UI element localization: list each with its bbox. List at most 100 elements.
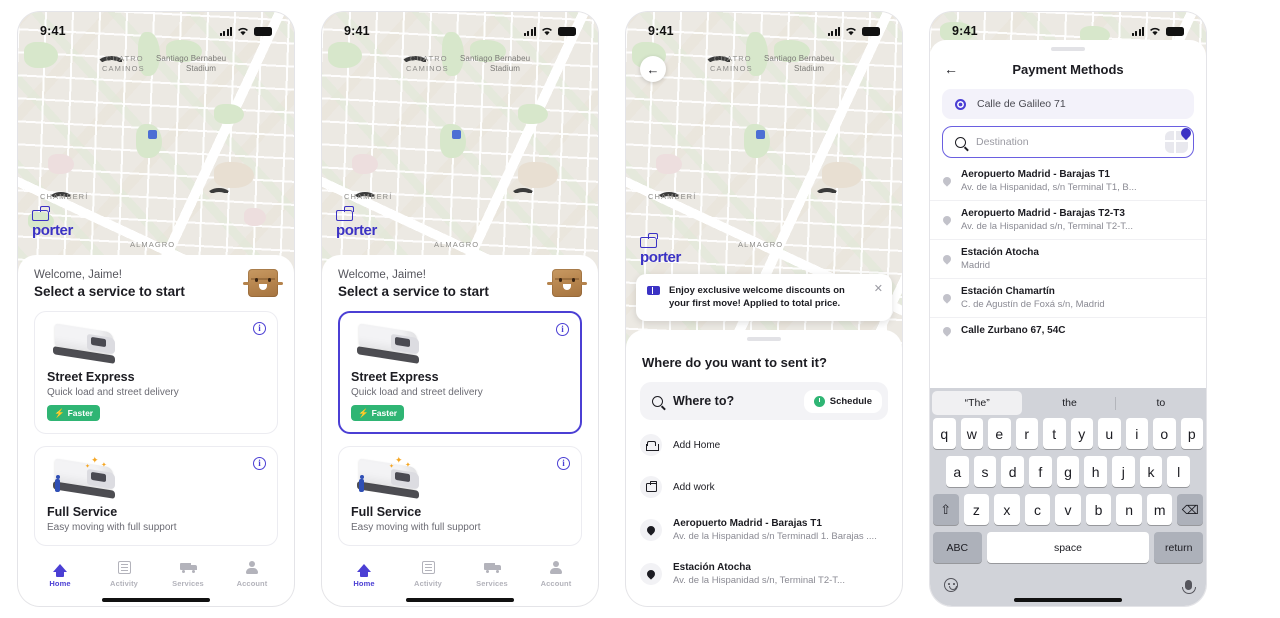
key-i[interactable]: i: [1125, 418, 1148, 449]
key-m[interactable]: m: [1146, 494, 1173, 525]
tab-services[interactable]: Services: [460, 560, 524, 588]
destination-sheet: Where do you want to sent it? Where to? …: [626, 330, 902, 606]
info-circle-icon[interactable]: i: [557, 457, 570, 470]
tab-label: Activity: [414, 579, 442, 588]
tab-activity[interactable]: Activity: [396, 560, 460, 588]
service-card-full-service[interactable]: i ✦ ✦ ✦ Full Service Easy moving with fu…: [338, 446, 582, 546]
key-w[interactable]: w: [960, 418, 983, 449]
tab-account[interactable]: Account: [220, 560, 284, 588]
key-f[interactable]: f: [1029, 456, 1052, 487]
table-row[interactable]: Estación Atocha Madrid: [930, 240, 1206, 279]
list-item[interactable]: Add Home: [640, 424, 888, 466]
return-key[interactable]: return: [1154, 532, 1203, 563]
microphone-icon[interactable]: [1182, 580, 1196, 594]
service-card-full-service[interactable]: i ✦ ✦ ✦ Full Service Easy moving with fu…: [34, 446, 278, 546]
key-r[interactable]: r: [1015, 418, 1038, 449]
place-subtitle: Av. de la Hispanidad s/n, Terminal T2-T.…: [673, 575, 845, 586]
table-row[interactable]: Estación Chamartín C. de Agustín de Foxá…: [930, 279, 1206, 318]
home-icon: [357, 563, 371, 577]
table-row[interactable]: Aeropuerto Madrid - Barajas T2-T3 Av. de…: [930, 201, 1206, 240]
key-z[interactable]: z: [963, 494, 990, 525]
key-j[interactable]: j: [1112, 456, 1135, 487]
map-label: CUATRO: [410, 54, 448, 63]
key-d[interactable]: d: [1001, 456, 1024, 487]
key-x[interactable]: x: [994, 494, 1020, 525]
tab-activity[interactable]: Activity: [92, 560, 156, 588]
map-pin-icon: [941, 292, 953, 304]
map-pin-button-icon[interactable]: [1165, 125, 1194, 153]
key-g[interactable]: g: [1056, 456, 1080, 487]
table-row[interactable]: Aeropuerto Madrid - Barajas T1 Av. de la…: [930, 162, 1206, 201]
backspace-icon[interactable]: ⌫: [1177, 494, 1204, 525]
suggestion-list: Add Home Add work Aeropuerto Madrid - Ba…: [626, 420, 902, 596]
tab-account[interactable]: Account: [524, 560, 588, 588]
cellular-bars-icon: [828, 26, 840, 36]
search-input[interactable]: Where to? Schedule: [640, 382, 888, 420]
key-l[interactable]: l: [1167, 456, 1191, 487]
shift-icon[interactable]: ⇧: [932, 494, 959, 525]
back-arrow-icon[interactable]: ←: [944, 61, 966, 77]
result-title: Estación Atocha: [961, 247, 1039, 258]
service-card-list: i Street Express Quick load and street d…: [322, 299, 598, 546]
porter-wordmark: porter: [640, 249, 681, 266]
suggestion-item[interactable]: to: [1116, 391, 1206, 415]
origin-label: Calle de Galileo 71: [977, 98, 1066, 110]
white-van-icon: [49, 323, 123, 364]
table-row[interactable]: Calle Zurbano 67, 54C: [930, 318, 1206, 343]
abc-key[interactable]: ABC: [933, 532, 982, 563]
key-p[interactable]: p: [1180, 418, 1203, 449]
back-arrow-icon[interactable]: ←: [640, 56, 666, 82]
space-key[interactable]: space: [986, 532, 1150, 563]
welcome-block: Welcome, Jaime! Select a service to star…: [322, 255, 598, 299]
place-label: Add Home: [673, 439, 721, 451]
key-y[interactable]: y: [1070, 418, 1093, 449]
tab-home[interactable]: Home: [28, 560, 92, 588]
key-b[interactable]: b: [1085, 494, 1112, 525]
service-card-street-express[interactable]: i Street Express Quick load and street d…: [338, 311, 582, 434]
list-item[interactable]: Estación Atocha Av. de la Hispanidad s/n…: [640, 552, 888, 596]
info-circle-icon[interactable]: i: [253, 457, 266, 470]
list-item[interactable]: Aeropuerto Madrid - Barajas T1 Av. de la…: [640, 508, 888, 552]
key-q[interactable]: q: [933, 418, 956, 449]
info-circle-icon[interactable]: i: [556, 323, 569, 336]
keyboard-row-4: ABC space return: [930, 532, 1206, 563]
place-title: Aeropuerto Madrid - Barajas T1: [673, 518, 822, 529]
map-poi-icon: [452, 130, 461, 139]
key-n[interactable]: n: [1116, 494, 1142, 525]
schedule-button[interactable]: Schedule: [803, 389, 882, 413]
search-icon: [652, 395, 663, 407]
tab-home[interactable]: Home: [332, 560, 396, 588]
key-c[interactable]: c: [1024, 494, 1051, 525]
suggestion-item[interactable]: the: [1024, 391, 1114, 415]
close-icon[interactable]: ✕: [874, 282, 883, 295]
key-k[interactable]: k: [1139, 456, 1163, 487]
tab-label: Activity: [110, 579, 138, 588]
origin-row[interactable]: Calle de Galileo 71: [942, 89, 1194, 119]
result-title: Aeropuerto Madrid - Barajas T2-T3: [961, 208, 1125, 219]
suggestion-item[interactable]: “The”: [932, 391, 1023, 415]
key-v[interactable]: v: [1055, 494, 1081, 525]
service-card-street-express[interactable]: i Street Express Quick load and street d…: [34, 311, 278, 434]
home-indicator: [102, 598, 210, 602]
cellular-bars-icon: [220, 26, 232, 36]
key-u[interactable]: u: [1098, 418, 1121, 449]
key-t[interactable]: t: [1043, 418, 1066, 449]
map-label: Santiago Bernabeu: [156, 54, 227, 63]
tab-services[interactable]: Services: [156, 560, 220, 588]
destination-input[interactable]: Destination: [942, 125, 1194, 158]
info-circle-icon[interactable]: i: [253, 322, 266, 335]
list-item[interactable]: Add work: [640, 466, 888, 508]
home-indicator: [406, 598, 514, 602]
emoji-icon[interactable]: [944, 578, 958, 592]
tab-label: Home: [353, 579, 375, 588]
key-h[interactable]: h: [1084, 456, 1108, 487]
map-pin-icon: [941, 175, 953, 187]
key-s[interactable]: s: [973, 456, 997, 487]
key-o[interactable]: o: [1153, 418, 1176, 449]
home-indicator: [1014, 598, 1122, 602]
status-time: 9:41: [952, 24, 978, 38]
key-a[interactable]: a: [945, 456, 969, 487]
porter-logo: porter: [32, 206, 73, 239]
key-e[interactable]: e: [988, 418, 1011, 449]
result-title: Calle Zurbano 67, 54C: [961, 325, 1066, 336]
